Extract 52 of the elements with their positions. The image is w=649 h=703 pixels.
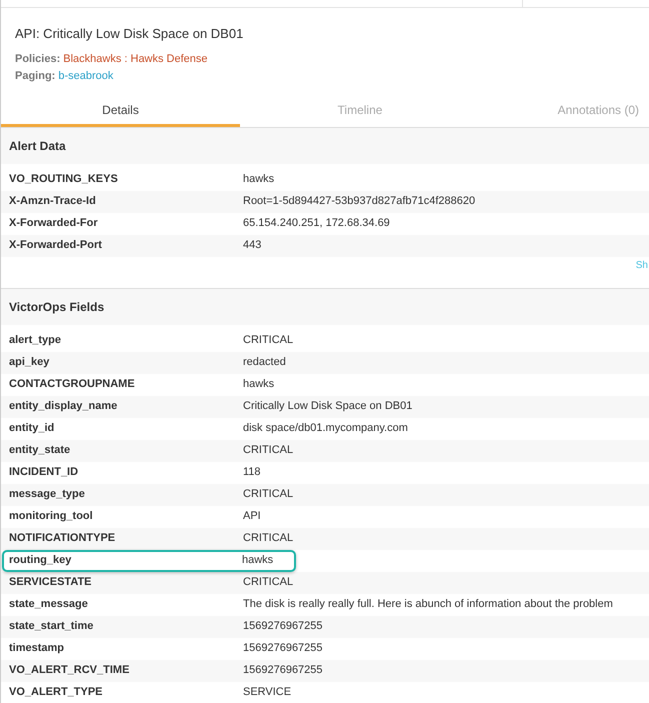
field-key: state_start_time (1, 618, 243, 635)
field-value: redacted (243, 355, 286, 370)
field-value: CRITICAL (243, 443, 294, 458)
section-title: VictorOps Fields (9, 298, 104, 316)
field-value: 118 (243, 465, 261, 480)
field-key: alert_type (1, 332, 243, 349)
field-value: The disk is really really full. Here is abunch of information about the problem (243, 597, 613, 612)
field-key: monitoring_tool (1, 508, 243, 525)
field-key: NOTIFICATIONTYPE (1, 530, 243, 547)
field-key: X-Forwarded-Port (1, 237, 243, 254)
field-key: api_key (1, 354, 243, 371)
field-key: entity_id (1, 420, 243, 437)
field-key: routing_key (4, 552, 242, 569)
field-value: API (243, 509, 261, 524)
field-key: SERVICESTATE (1, 574, 243, 591)
tab[interactable]: Timeline (240, 96, 480, 126)
field-key: CONTACTGROUPNAME (1, 376, 243, 393)
field-value: hawks (243, 377, 274, 392)
tab[interactable]: Annotations (0) (480, 96, 649, 126)
paging-label: Paging: (15, 68, 56, 84)
user-link[interactable]: b-seabrook (58, 68, 114, 84)
field-key: state_message (1, 596, 243, 613)
section-title: Alert Data (9, 138, 66, 154)
field-value: 1569276967255 (243, 619, 323, 634)
field-value: CRITICAL (243, 531, 294, 546)
field-key: timestamp (1, 640, 243, 657)
field-value: disk space/db01.mycompany.com (243, 421, 408, 436)
field-value: 1569276967255 (243, 663, 323, 678)
field-key: INCIDENT_ID (1, 464, 243, 481)
field-value: hawks (242, 553, 274, 568)
field-key: VO_ALERT_RCV_TIME (1, 662, 243, 679)
field-value: CRITICAL (243, 333, 294, 348)
field-value: Root=1-5d894427-53b937d827afb71c4f288620 (243, 194, 476, 210)
field-value: hawks (243, 172, 274, 188)
field-key: X-Forwarded-For (1, 215, 243, 232)
field-key: entity_state (1, 442, 243, 459)
field-key: message_type (1, 486, 243, 503)
field-value: CRITICAL (243, 575, 294, 590)
field-value: 65.154.240.251, 172.68.34.69 (243, 216, 390, 232)
field-key: VO_ALERT_TYPE (1, 684, 243, 701)
field-value: 443 (243, 238, 262, 254)
field-value: CRITICAL (243, 487, 294, 502)
field-key: VO_ROUTING_KEYS (1, 171, 243, 188)
policies-label: Policies: (15, 52, 60, 66)
policy-link[interactable]: Blackhawks : Hawks Defense (63, 50, 208, 68)
field-value: Critically Low Disk Space on DB01 (243, 399, 412, 414)
field-value: 1569276967255 (243, 641, 323, 656)
field-value: SERVICE (243, 685, 292, 700)
show-more-link[interactable]: Sh (636, 258, 649, 273)
field-key: entity_display_name (1, 398, 243, 415)
incident-title: API: Critically Low Disk Space on DB01 (15, 25, 244, 43)
field-key: X-Amzn-Trace-Id (1, 193, 243, 210)
